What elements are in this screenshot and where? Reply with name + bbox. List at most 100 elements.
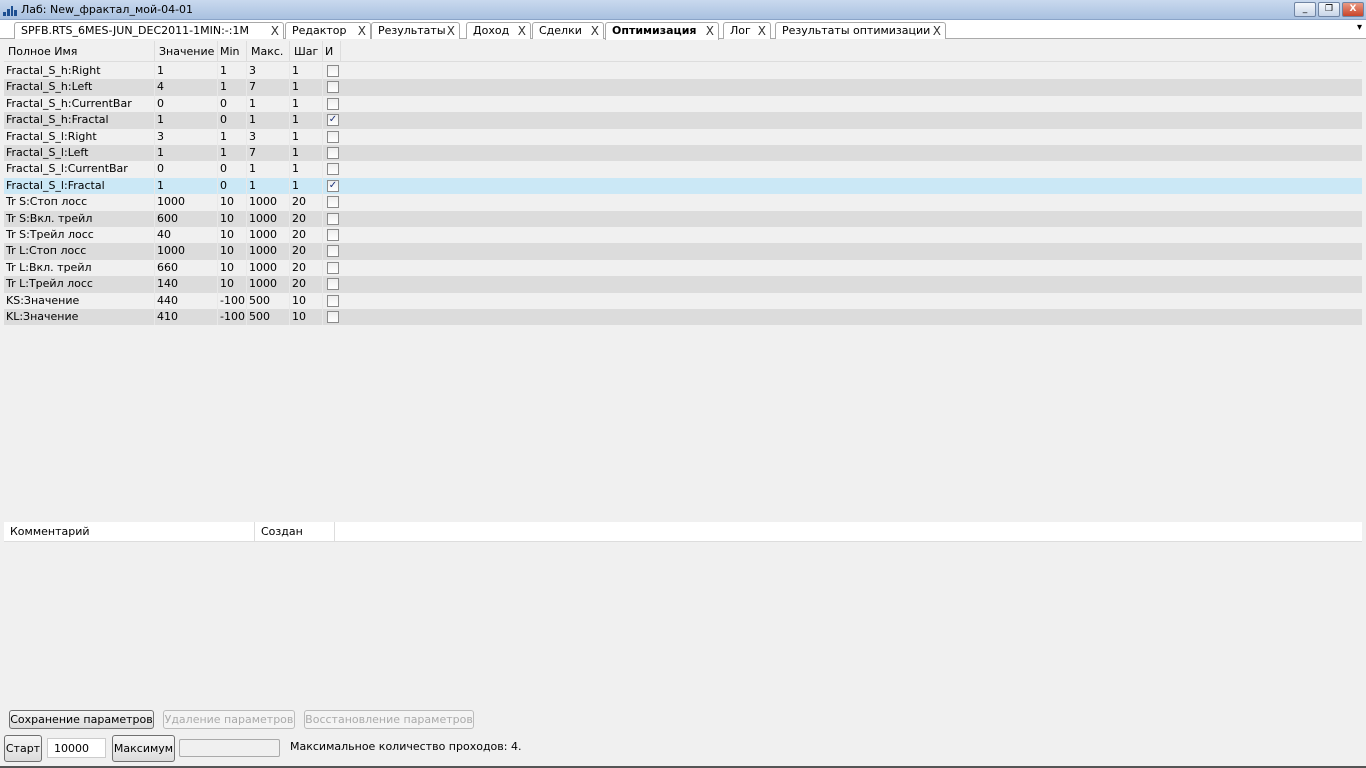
tab-3[interactable]: Доход X [466, 22, 531, 39]
close-tab-icon[interactable]: X [591, 24, 599, 38]
optimize-checkbox[interactable]: ✓ [327, 179, 339, 192]
table-row[interactable]: Tr S:Стоп лосс 1000 10 1000 20 [4, 194, 1362, 211]
table-row[interactable]: Fractal_S_l:Fractal 1 0 1 1 ✓ [4, 177, 1362, 195]
cell-value[interactable]: 410 [155, 309, 218, 326]
optimize-checkbox[interactable] [327, 147, 339, 159]
minimize-button[interactable]: _ [1294, 2, 1316, 17]
cell-step[interactable]: 10 [290, 292, 323, 309]
cell-value[interactable]: 0 [155, 95, 218, 113]
cell-name[interactable]: Fractal_S_h:Left [4, 79, 155, 96]
cell-name[interactable]: Fractal_S_h:Right [4, 63, 155, 80]
cell-step[interactable]: 20 [290, 227, 323, 244]
cell-name[interactable]: Tr L:Вкл. трейл [4, 259, 155, 277]
cell-name[interactable]: Fractal_S_l:Fractal [4, 177, 155, 195]
cell-value[interactable]: 440 [155, 292, 218, 309]
cell-step[interactable]: 20 [290, 276, 323, 293]
cell-max[interactable]: 1000 [247, 210, 290, 227]
cell-max[interactable]: 1000 [247, 194, 290, 211]
cell-min[interactable]: 10 [218, 194, 247, 211]
table-row[interactable]: Fractal_S_h:CurrentBar 0 0 1 1 [4, 95, 1362, 113]
column-header-comment[interactable]: Комментарий [4, 522, 255, 541]
table-row[interactable]: Fractal_S_h:Left 4 1 7 1 [4, 79, 1362, 96]
cell-min[interactable]: 0 [218, 95, 247, 113]
maximum-button[interactable]: Максимум [112, 735, 175, 762]
cell-max[interactable]: 1 [247, 95, 290, 113]
cell-step[interactable]: 20 [290, 194, 323, 211]
cell-max[interactable]: 1000 [247, 276, 290, 293]
table-row[interactable]: Tr L:Трейл лосс 140 10 1000 20 [4, 276, 1362, 293]
cell-step[interactable]: 1 [290, 95, 323, 113]
cell-max[interactable]: 1 [247, 112, 290, 129]
close-tab-icon[interactable]: X [758, 24, 766, 38]
cell-max[interactable]: 3 [247, 128, 290, 145]
column-header-min[interactable]: Min [218, 41, 247, 61]
close-tab-icon[interactable]: X [706, 24, 714, 38]
cell-min[interactable]: -100 [218, 309, 247, 326]
cell-value[interactable]: 1 [155, 112, 218, 129]
table-row[interactable]: Fractal_S_h:Right 1 1 3 1 [4, 63, 1362, 80]
cell-step[interactable]: 1 [290, 177, 323, 195]
cell-name[interactable]: KS:Значение [4, 292, 155, 309]
start-button[interactable]: Старт [4, 735, 42, 762]
tab-0[interactable]: SPFB.RTS_6MES-JUN_DEC2011-1MIN:-:1M X [14, 22, 284, 39]
restore-button[interactable]: ❐ [1318, 2, 1340, 17]
cell-min[interactable]: 0 [218, 112, 247, 129]
cell-value[interactable]: 140 [155, 276, 218, 293]
cell-max[interactable]: 1000 [247, 243, 290, 260]
tab-overflow-icon[interactable]: ▾ [1357, 22, 1362, 33]
table-row[interactable]: Tr S:Вкл. трейл 600 10 1000 20 [4, 210, 1362, 227]
cell-step[interactable]: 20 [290, 259, 323, 277]
cell-name[interactable]: Tr L:Стоп лосс [4, 243, 155, 260]
optimize-checkbox[interactable] [327, 81, 339, 94]
tab-7[interactable]: Результаты оптимизации X [775, 22, 946, 39]
tab-1[interactable]: Редактор X [285, 22, 371, 39]
cell-value[interactable]: 1 [155, 63, 218, 80]
cell-name[interactable]: Fractal_S_l:CurrentBar [4, 161, 155, 178]
tab-6[interactable]: Лог X [723, 22, 771, 39]
cell-step[interactable]: 20 [290, 210, 323, 227]
restore-parameters-button[interactable]: Восстановление параметров [304, 710, 474, 729]
cell-step[interactable]: 1 [290, 112, 323, 129]
tab-5[interactable]: Оптимизация X [605, 22, 719, 40]
cell-name[interactable]: Fractal_S_l:Left [4, 145, 155, 162]
cell-max[interactable]: 3 [247, 63, 290, 80]
cell-min[interactable]: 10 [218, 243, 247, 260]
cell-value[interactable]: 1000 [155, 194, 218, 211]
optimize-checkbox[interactable] [327, 65, 339, 77]
table-row[interactable]: Fractal_S_l:CurrentBar 0 0 1 1 [4, 161, 1362, 178]
column-header-optimize[interactable]: И [323, 41, 341, 61]
close-tab-icon[interactable]: X [447, 24, 455, 38]
cell-value[interactable]: 660 [155, 259, 218, 277]
cell-max[interactable]: 500 [247, 292, 290, 309]
cell-name[interactable]: Tr S:Вкл. трейл [4, 210, 155, 227]
cell-min[interactable]: 10 [218, 259, 247, 277]
optimize-checkbox[interactable]: ✓ [327, 114, 339, 127]
cell-step[interactable]: 1 [290, 145, 323, 162]
optimize-checkbox[interactable] [327, 130, 339, 143]
cell-name[interactable]: Fractal_S_l:Right [4, 128, 155, 145]
cell-name[interactable]: Tr S:Трейл лосс [4, 227, 155, 244]
close-tab-icon[interactable]: X [358, 24, 366, 38]
cell-max[interactable]: 1 [247, 161, 290, 178]
table-row[interactable]: Fractal_S_l:Left 1 1 7 1 [4, 145, 1362, 162]
cell-min[interactable]: 0 [218, 177, 247, 195]
optimize-checkbox[interactable] [327, 97, 339, 110]
cell-step[interactable]: 20 [290, 243, 323, 260]
cell-value[interactable]: 3 [155, 128, 218, 145]
cell-min[interactable]: -100 [218, 292, 247, 309]
cell-name[interactable]: Fractal_S_h:CurrentBar [4, 95, 155, 113]
optimize-checkbox[interactable] [327, 212, 339, 225]
table-row[interactable]: Tr S:Трейл лосс 40 10 1000 20 [4, 227, 1362, 244]
cell-value[interactable]: 1000 [155, 243, 218, 260]
cell-max[interactable]: 1 [247, 177, 290, 195]
column-header-created[interactable]: Создан [255, 522, 335, 541]
optimize-checkbox[interactable] [327, 196, 339, 209]
table-row[interactable]: KL:Значение 410 -100 500 10 [4, 309, 1362, 326]
cell-value[interactable]: 4 [155, 79, 218, 96]
cell-min[interactable]: 10 [218, 210, 247, 227]
cell-step[interactable]: 10 [290, 309, 323, 326]
cell-min[interactable]: 0 [218, 161, 247, 178]
cell-max[interactable]: 1000 [247, 227, 290, 244]
cell-min[interactable]: 1 [218, 63, 247, 80]
cell-step[interactable]: 1 [290, 79, 323, 96]
